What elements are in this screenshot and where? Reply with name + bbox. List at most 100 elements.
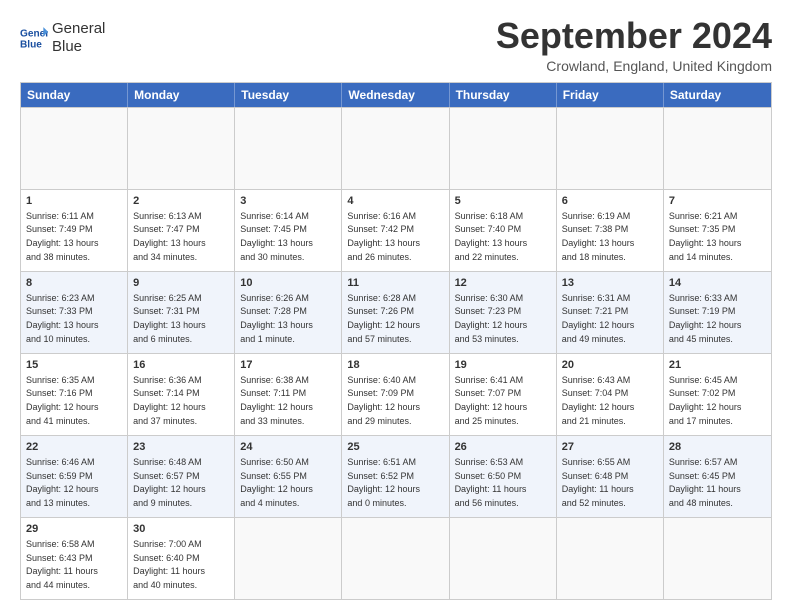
day-number: 8: [26, 276, 122, 291]
logo-text: General Blue: [52, 20, 105, 56]
cell-text: Sunrise: 6:33 AMSunset: 7:19 PMDaylight:…: [669, 293, 742, 344]
calendar-row-5: 29 Sunrise: 6:58 AMSunset: 6:43 PMDayligh…: [21, 517, 771, 599]
calendar-row-2: 8 Sunrise: 6:23 AMSunset: 7:33 PMDaylight…: [21, 271, 771, 353]
header-cell-tuesday: Tuesday: [235, 83, 342, 107]
day-number: 30: [133, 522, 229, 537]
day-number: 27: [562, 440, 658, 455]
cell-text: Sunrise: 6:19 AMSunset: 7:38 PMDaylight:…: [562, 211, 635, 262]
cell-text: Sunrise: 6:31 AMSunset: 7:21 PMDaylight:…: [562, 293, 635, 344]
day-number: 19: [455, 358, 551, 373]
calendar-cell: [664, 518, 771, 599]
cell-text: Sunrise: 6:48 AMSunset: 6:57 PMDaylight:…: [133, 457, 206, 508]
calendar-cell: 18 Sunrise: 6:40 AMSunset: 7:09 PMDayligh…: [342, 354, 449, 435]
cell-text: Sunrise: 7:00 AMSunset: 6:40 PMDaylight:…: [133, 539, 205, 590]
calendar-cell: 9 Sunrise: 6:25 AMSunset: 7:31 PMDaylight…: [128, 272, 235, 353]
cell-text: Sunrise: 6:25 AMSunset: 7:31 PMDaylight:…: [133, 293, 206, 344]
calendar-cell: 19 Sunrise: 6:41 AMSunset: 7:07 PMDayligh…: [450, 354, 557, 435]
day-number: 28: [669, 440, 766, 455]
header-cell-thursday: Thursday: [450, 83, 557, 107]
title-area: September 2024 Crowland, England, United…: [496, 16, 772, 74]
cell-text: Sunrise: 6:35 AMSunset: 7:16 PMDaylight:…: [26, 375, 99, 426]
location: Crowland, England, United Kingdom: [496, 58, 772, 74]
day-number: 13: [562, 276, 658, 291]
day-number: 10: [240, 276, 336, 291]
day-number: 26: [455, 440, 551, 455]
cell-text: Sunrise: 6:21 AMSunset: 7:35 PMDaylight:…: [669, 211, 742, 262]
calendar-cell: [664, 108, 771, 189]
day-number: 9: [133, 276, 229, 291]
day-number: 15: [26, 358, 122, 373]
calendar-cell: 21 Sunrise: 6:45 AMSunset: 7:02 PMDayligh…: [664, 354, 771, 435]
calendar-cell: 7 Sunrise: 6:21 AMSunset: 7:35 PMDaylight…: [664, 190, 771, 271]
day-number: 6: [562, 194, 658, 209]
calendar-cell: 11Sunrise: 6:28 AMSunset: 7:26 PMDayligh…: [342, 272, 449, 353]
calendar-cell: 22Sunrise: 6:46 AMSunset: 6:59 PMDayligh…: [21, 436, 128, 517]
day-number: 21: [669, 358, 766, 373]
cell-text: Sunrise: 6:18 AMSunset: 7:40 PMDaylight:…: [455, 211, 528, 262]
calendar-cell: 4 Sunrise: 6:16 AMSunset: 7:42 PMDaylight…: [342, 190, 449, 271]
calendar-row-1: 1Sunrise: 6:11 AMSunset: 7:49 PMDaylight…: [21, 189, 771, 271]
logo: General Blue General Blue: [20, 20, 105, 56]
cell-text: Sunrise: 6:14 AMSunset: 7:45 PMDaylight:…: [240, 211, 313, 262]
calendar-cell: 5 Sunrise: 6:18 AMSunset: 7:40 PMDaylight…: [450, 190, 557, 271]
cell-text: Sunrise: 6:40 AMSunset: 7:09 PMDaylight:…: [347, 375, 420, 426]
calendar-cell: [450, 518, 557, 599]
day-number: 5: [455, 194, 551, 209]
calendar-cell: 6 Sunrise: 6:19 AMSunset: 7:38 PMDaylight…: [557, 190, 664, 271]
cell-text: Sunrise: 6:30 AMSunset: 7:23 PMDaylight:…: [455, 293, 528, 344]
calendar-cell: 13 Sunrise: 6:31 AMSunset: 7:21 PMDayligh…: [557, 272, 664, 353]
calendar-cell: [128, 108, 235, 189]
page: General Blue General Blue September 2024…: [0, 0, 792, 612]
calendar-cell: [235, 108, 342, 189]
cell-text: Sunrise: 6:26 AMSunset: 7:28 PMDaylight:…: [240, 293, 313, 344]
calendar-row-0: [21, 107, 771, 189]
cell-text: Sunrise: 6:13 AMSunset: 7:47 PMDaylight:…: [133, 211, 206, 262]
header-cell-friday: Friday: [557, 83, 664, 107]
calendar-cell: 25Sunrise: 6:51 AMSunset: 6:52 PMDayligh…: [342, 436, 449, 517]
day-number: 18: [347, 358, 443, 373]
calendar-cell: [342, 108, 449, 189]
month-title: September 2024: [496, 16, 772, 56]
calendar-cell: 27 Sunrise: 6:55 AMSunset: 6:48 PMDayligh…: [557, 436, 664, 517]
calendar-cell: 29 Sunrise: 6:58 AMSunset: 6:43 PMDayligh…: [21, 518, 128, 599]
cell-text: Sunrise: 6:36 AMSunset: 7:14 PMDaylight:…: [133, 375, 206, 426]
day-number: 2: [133, 194, 229, 209]
day-number: 7: [669, 194, 766, 209]
calendar-cell: 14Sunrise: 6:33 AMSunset: 7:19 PMDayligh…: [664, 272, 771, 353]
day-number: 29: [26, 522, 122, 537]
cell-text: Sunrise: 6:28 AMSunset: 7:26 PMDaylight:…: [347, 293, 420, 344]
cell-text: Sunrise: 6:43 AMSunset: 7:04 PMDaylight:…: [562, 375, 635, 426]
calendar-cell: 24 Sunrise: 6:50 AMSunset: 6:55 PMDayligh…: [235, 436, 342, 517]
cell-text: Sunrise: 6:55 AMSunset: 6:48 PMDaylight:…: [562, 457, 634, 508]
day-number: 24: [240, 440, 336, 455]
day-number: 4: [347, 194, 443, 209]
calendar-cell: 2 Sunrise: 6:13 AMSunset: 7:47 PMDaylight…: [128, 190, 235, 271]
calendar-cell: 17Sunrise: 6:38 AMSunset: 7:11 PMDayligh…: [235, 354, 342, 435]
header-cell-wednesday: Wednesday: [342, 83, 449, 107]
svg-text:Blue: Blue: [20, 39, 42, 50]
calendar-row-4: 22Sunrise: 6:46 AMSunset: 6:59 PMDayligh…: [21, 435, 771, 517]
calendar-cell: 26Sunrise: 6:53 AMSunset: 6:50 PMDayligh…: [450, 436, 557, 517]
calendar-cell: [557, 108, 664, 189]
cell-text: Sunrise: 6:50 AMSunset: 6:55 PMDaylight:…: [240, 457, 313, 508]
calendar-cell: 8 Sunrise: 6:23 AMSunset: 7:33 PMDaylight…: [21, 272, 128, 353]
calendar-cell: 12 Sunrise: 6:30 AMSunset: 7:23 PMDayligh…: [450, 272, 557, 353]
cell-text: Sunrise: 6:46 AMSunset: 6:59 PMDaylight:…: [26, 457, 99, 508]
cell-text: Sunrise: 6:45 AMSunset: 7:02 PMDaylight:…: [669, 375, 742, 426]
calendar: SundayMondayTuesdayWednesdayThursdayFrid…: [20, 82, 772, 600]
day-number: 1: [26, 194, 122, 209]
day-number: 25: [347, 440, 443, 455]
day-number: 17: [240, 358, 336, 373]
cell-text: Sunrise: 6:58 AMSunset: 6:43 PMDaylight:…: [26, 539, 98, 590]
logo-line2: Blue: [52, 38, 105, 56]
calendar-cell: 15 Sunrise: 6:35 AMSunset: 7:16 PMDayligh…: [21, 354, 128, 435]
cell-text: Sunrise: 6:16 AMSunset: 7:42 PMDaylight:…: [347, 211, 420, 262]
calendar-body: 1Sunrise: 6:11 AMSunset: 7:49 PMDaylight…: [21, 107, 771, 599]
day-number: 12: [455, 276, 551, 291]
day-number: 20: [562, 358, 658, 373]
cell-text: Sunrise: 6:41 AMSunset: 7:07 PMDaylight:…: [455, 375, 528, 426]
calendar-cell: 23Sunrise: 6:48 AMSunset: 6:57 PMDayligh…: [128, 436, 235, 517]
calendar-cell: [557, 518, 664, 599]
calendar-cell: 3Sunrise: 6:14 AMSunset: 7:45 PMDaylight…: [235, 190, 342, 271]
cell-text: Sunrise: 6:23 AMSunset: 7:33 PMDaylight:…: [26, 293, 99, 344]
